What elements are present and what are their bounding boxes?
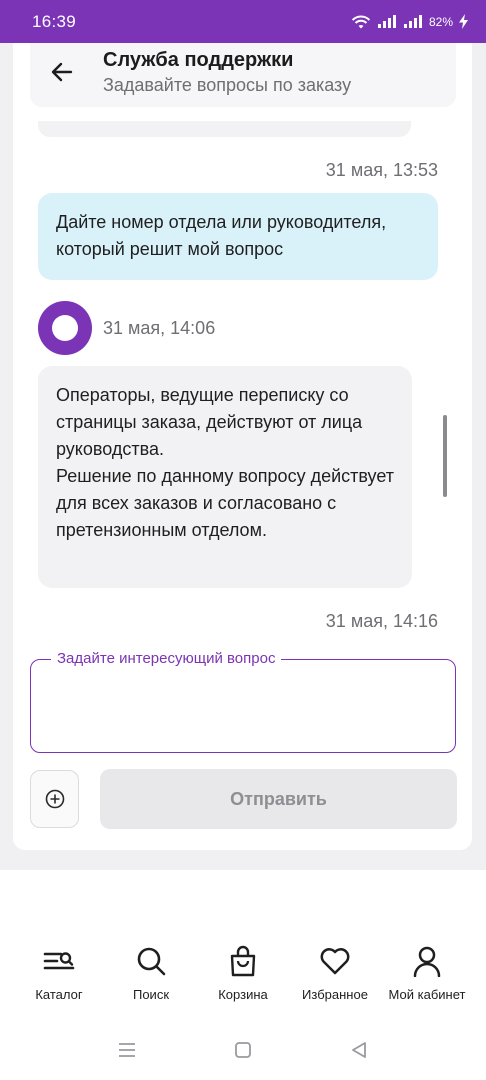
nav-item-search[interactable]: Поиск (105, 945, 197, 1002)
incoming-message: Операторы, ведущие переписку со страницы… (38, 366, 412, 588)
outgoing-message: Дайте номер отдела или руководителя, кот… (38, 193, 438, 280)
wifi-icon (351, 14, 371, 30)
page-title: Служба поддержки (103, 49, 294, 71)
nav-item-favorites[interactable]: Избранное (289, 945, 381, 1002)
page-subtitle: Задавайте вопросы по заказу (103, 75, 352, 95)
send-button[interactable]: Отправить (100, 769, 457, 829)
status-time: 16:39 (32, 11, 77, 31)
heart-icon (319, 945, 351, 977)
nav-label: Корзина (218, 987, 268, 1002)
plus-circle-icon (45, 789, 64, 809)
catalog-icon (43, 945, 75, 977)
previous-message-bubble (38, 121, 411, 137)
support-chat-card: Служба поддержки Задавайте вопросы по за… (13, 43, 472, 850)
bag-icon (227, 945, 259, 977)
attach-button[interactable] (30, 770, 79, 828)
nav-label: Избранное (302, 987, 368, 1002)
question-input[interactable] (45, 678, 441, 742)
message-timestamp: 31 мая, 14:06 (103, 318, 216, 338)
status-bar: 16:39 82% (0, 0, 486, 43)
signal-icon-2 (403, 14, 423, 29)
profile-icon (411, 945, 443, 977)
message-paragraph: Операторы, ведущие переписку со страницы… (56, 385, 363, 459)
question-field-label: Задайте интересующий вопрос (51, 650, 282, 667)
support-avatar (38, 301, 92, 355)
chat-scrollbar[interactable] (443, 415, 447, 497)
message-paragraph: Решение по данному вопросу действует для… (56, 466, 395, 540)
status-icons: 82% (351, 14, 468, 30)
nav-item-profile[interactable]: Мой кабинет (381, 945, 473, 1002)
nav-item-catalog[interactable]: Каталог (13, 945, 105, 1002)
square-icon (235, 1042, 251, 1058)
nav-label: Поиск (132, 987, 170, 1002)
battery-level: 82% (428, 14, 453, 29)
question-field: Задайте интересующий вопрос (30, 650, 456, 753)
message-timestamp: 31 мая, 13:53 (325, 160, 438, 180)
nav-item-cart[interactable]: Корзина (197, 945, 289, 1002)
home-button[interactable] (231, 1038, 255, 1062)
charging-icon (459, 14, 468, 29)
nav-label: Каталог (35, 987, 83, 1002)
chat-header: Служба поддержки Задавайте вопросы по за… (30, 43, 456, 107)
back-nav-button[interactable] (347, 1038, 371, 1062)
recents-button[interactable] (115, 1038, 139, 1062)
triangle-back-icon (352, 1042, 366, 1058)
menu-icon (119, 1043, 135, 1057)
signal-icon (377, 14, 397, 29)
back-button[interactable] (48, 58, 76, 86)
search-icon (135, 945, 167, 977)
nav-label: Мой кабинет (388, 987, 466, 1002)
bottom-nav: Каталог Поиск Корзина Избранное Мой каби… (0, 945, 486, 1015)
message-timestamp: 31 мая, 14:16 (325, 611, 438, 631)
arrow-left-icon (51, 62, 73, 82)
system-nav-bar (0, 1030, 486, 1070)
